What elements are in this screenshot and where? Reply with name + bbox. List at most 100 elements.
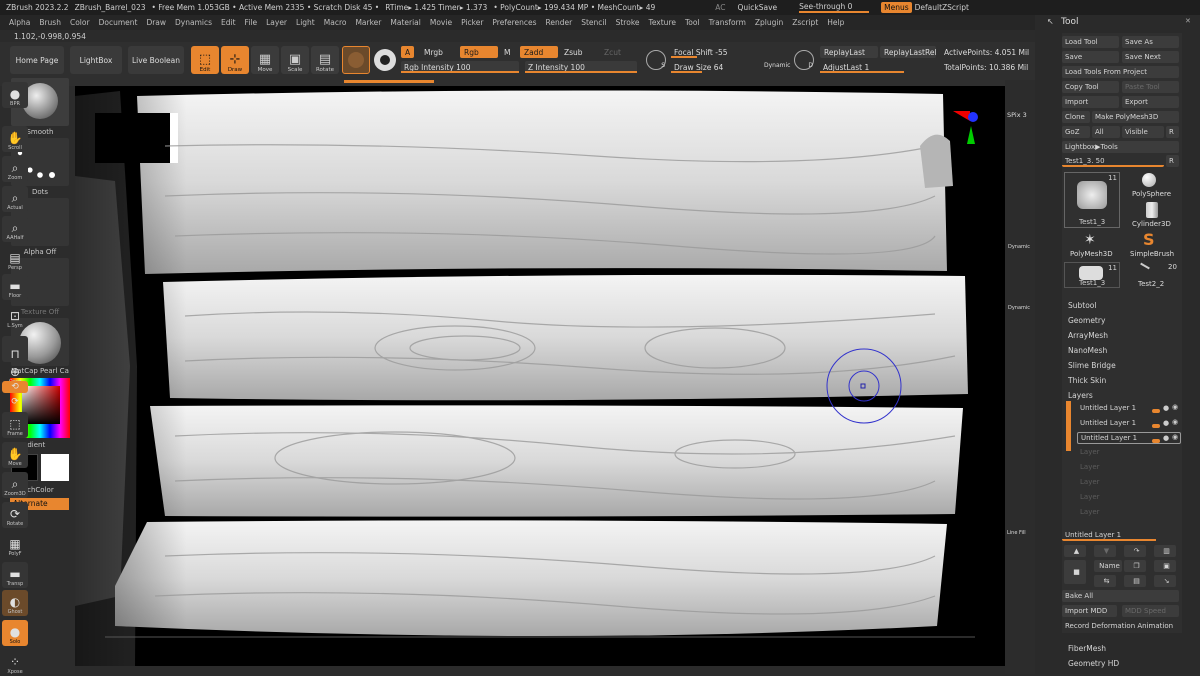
aahalf-button[interactable]: ⌕ AAHalf xyxy=(2,216,28,242)
save-button[interactable]: Save xyxy=(1062,51,1119,63)
rgb-intensity-slider[interactable]: Rgb Intensity 100 xyxy=(401,61,519,73)
clone-button[interactable]: Clone xyxy=(1062,111,1090,123)
layers-scrollbar[interactable] xyxy=(1066,401,1071,451)
tool-thumb-test1-3[interactable]: 11 Test1_3 xyxy=(1064,172,1120,228)
lazy-mouse-s-icon[interactable]: S xyxy=(646,50,666,70)
menu-preferences[interactable]: Preferences xyxy=(492,18,536,27)
layer-redo-button[interactable]: ↷ xyxy=(1124,545,1146,557)
layer-merge-button[interactable]: ▤ xyxy=(1124,575,1146,587)
current-tool-r-button[interactable]: R xyxy=(1166,155,1179,167)
menu-transform[interactable]: Transform xyxy=(709,18,746,27)
menu-movie[interactable]: Movie xyxy=(430,18,452,27)
layer-1-eye-icon[interactable]: ◉ xyxy=(1172,403,1178,411)
zadd-toggle[interactable]: Zadd xyxy=(520,46,558,58)
lsym-button[interactable]: ⊡ L.Sym xyxy=(2,304,28,330)
export-button[interactable]: Export xyxy=(1122,96,1179,108)
bpr-button[interactable]: ● BPR xyxy=(2,82,28,108)
rotate-view-button[interactable]: ⟳ Rotate xyxy=(2,502,28,528)
geometry-hd-section[interactable]: Geometry HD xyxy=(1068,659,1119,668)
menu-alpha[interactable]: Alpha xyxy=(9,18,30,27)
secondary-color-swatch[interactable] xyxy=(41,454,69,481)
persp-button[interactable]: ▤ Persp xyxy=(2,246,28,272)
layer-export-button[interactable]: ↘ xyxy=(1154,575,1176,587)
menu-render[interactable]: Render xyxy=(546,18,573,27)
menu-material[interactable]: Material xyxy=(390,18,420,27)
palette-arrow-icon[interactable]: ↖ xyxy=(1047,17,1054,26)
material-swatch-button[interactable] xyxy=(342,46,370,74)
load-tools-from-project-button[interactable]: Load Tools From Project xyxy=(1062,66,1179,78)
menu-stencil[interactable]: Stencil xyxy=(581,18,606,27)
arraymesh-section[interactable]: ArrayMesh xyxy=(1068,331,1108,340)
layers-section[interactable]: Layers xyxy=(1068,391,1093,400)
layer-2-intensity[interactable] xyxy=(1152,424,1160,428)
layer-1-intensity[interactable] xyxy=(1152,409,1160,413)
xpose-button[interactable]: ⁘ Xpose xyxy=(2,650,28,676)
zoom-button[interactable]: ⌕ Zoom xyxy=(2,156,28,182)
layer-1-rec-icon[interactable]: ● xyxy=(1163,404,1169,412)
save-next-button[interactable]: Save Next xyxy=(1122,51,1179,63)
menu-draw[interactable]: Draw xyxy=(146,18,166,27)
a-toggle[interactable]: A xyxy=(401,46,415,58)
replay-last-button[interactable]: ReplayLast xyxy=(820,46,878,58)
scroll-button[interactable]: ✋ Scroll xyxy=(2,126,28,152)
layer-up-button[interactable]: ▲ xyxy=(1064,545,1086,557)
layer-3-intensity[interactable] xyxy=(1152,439,1160,443)
layer-intensity-slider[interactable]: Untitled Layer 1 xyxy=(1062,529,1179,541)
menu-light[interactable]: Light xyxy=(296,18,315,27)
menu-help[interactable]: Help xyxy=(827,18,844,27)
menu-edit[interactable]: Edit xyxy=(221,18,236,27)
layer-name-button[interactable]: Name xyxy=(1094,560,1122,572)
edit-mode-button[interactable]: ⬚ Edit xyxy=(191,46,219,74)
gizmo-rotate-button[interactable]: ⟳ xyxy=(2,394,28,408)
actual-button[interactable]: ⌕ Actual xyxy=(2,186,28,212)
dynamic-size-toggle[interactable]: Dynamic xyxy=(764,62,790,69)
palette-close-icon[interactable]: ✕ xyxy=(1185,17,1191,25)
see-through-slider[interactable]: See-through 0 xyxy=(799,2,870,13)
load-tool-button[interactable]: Load Tool xyxy=(1062,36,1119,48)
polyf-button[interactable]: ▦ PolyF xyxy=(2,532,28,558)
menu-tool[interactable]: Tool xyxy=(685,18,700,27)
frame-button[interactable]: ⬚ Frame xyxy=(2,412,28,438)
geometry-section[interactable]: Geometry xyxy=(1068,316,1105,325)
copy-tool-button[interactable]: Copy Tool xyxy=(1062,81,1119,93)
slime-bridge-section[interactable]: Slime Bridge xyxy=(1068,361,1116,370)
menu-zscript[interactable]: Zscript xyxy=(792,18,818,27)
menu-texture[interactable]: Texture xyxy=(649,18,676,27)
polymesh3d-icon[interactable]: ✶ xyxy=(1084,232,1096,248)
mrgb-toggle[interactable]: Mrgb xyxy=(420,46,447,58)
adjust-last-slider[interactable]: AdjustLast 1 xyxy=(820,61,936,73)
lazy-mouse-d-icon[interactable]: D xyxy=(794,50,814,70)
layer-3-eye-icon[interactable]: ◉ xyxy=(1172,433,1178,441)
menu-document[interactable]: Document xyxy=(99,18,138,27)
move-mode-button[interactable]: ▦ Move xyxy=(251,46,279,74)
zoom3d-button[interactable]: ⌕ Zoom3D xyxy=(2,472,28,498)
thick-skin-section[interactable]: Thick Skin xyxy=(1068,376,1106,385)
record-deformation-button[interactable]: Record Deformation Animation xyxy=(1062,620,1179,632)
subtool-section[interactable]: Subtool xyxy=(1068,301,1096,310)
transp-button[interactable]: ▬ Transp xyxy=(2,562,28,588)
goz-visible-button[interactable]: Visible xyxy=(1122,126,1164,138)
zsub-toggle[interactable]: Zsub xyxy=(560,46,587,58)
gizmo-toggle[interactable]: ⟲ xyxy=(2,381,28,393)
goz-r-button[interactable]: R xyxy=(1166,126,1179,138)
layer-record-button[interactable]: ■ xyxy=(1064,560,1086,584)
layer-copy-button[interactable]: ❐ xyxy=(1124,560,1146,572)
menu-color[interactable]: Color xyxy=(70,18,90,27)
stroke-icon[interactable] xyxy=(374,49,396,71)
viewport-canvas[interactable] xyxy=(75,86,1005,666)
replay-last-rel-button[interactable]: ReplayLastRel xyxy=(880,46,937,58)
menu-dynamics[interactable]: Dynamics xyxy=(175,18,212,27)
simplebrush-icon[interactable]: S xyxy=(1143,230,1155,249)
solo-button[interactable]: ● Solo xyxy=(2,620,28,646)
make-polymesh-button[interactable]: Make PolyMesh3D xyxy=(1092,111,1179,123)
layer-3-rec-icon[interactable]: ● xyxy=(1163,434,1169,442)
z-intensity-slider[interactable]: Z Intensity 100 xyxy=(525,61,637,73)
floor-button[interactable]: ▬ Floor xyxy=(2,274,28,300)
mdd-speed-slider[interactable]: MDD Speed xyxy=(1122,605,1179,617)
menu-layer[interactable]: Layer xyxy=(266,18,287,27)
menu-file[interactable]: File xyxy=(245,18,258,27)
lock-button[interactable]: ⊓ xyxy=(2,336,28,362)
import-button[interactable]: Import xyxy=(1062,96,1119,108)
m-toggle[interactable]: M xyxy=(500,46,514,58)
move-view-button[interactable]: ✋ Move xyxy=(2,442,28,468)
